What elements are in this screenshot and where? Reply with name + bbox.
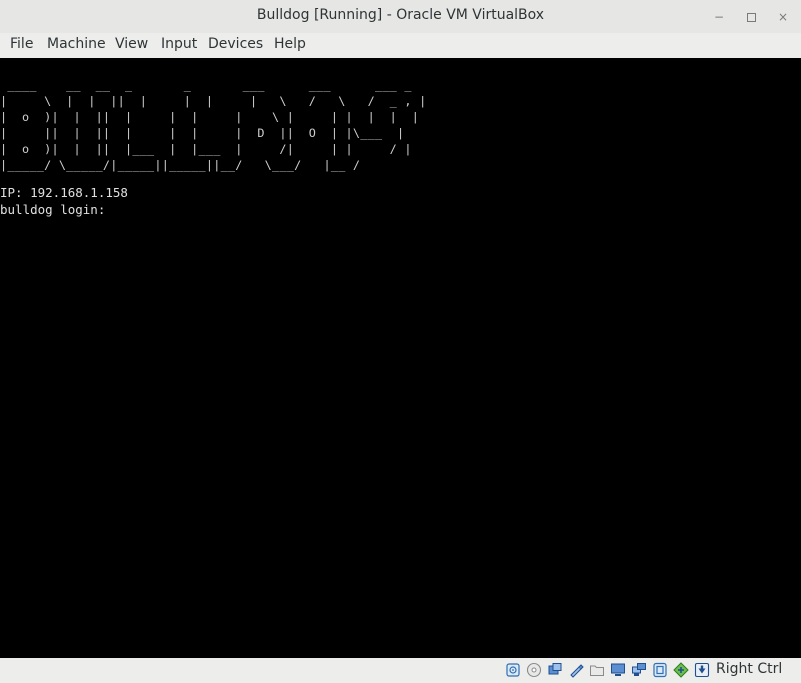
virtualbox-window: Bulldog [Running] - Oracle VM VirtualBox…: [0, 0, 801, 683]
menu-machine[interactable]: Machine: [47, 36, 106, 52]
video-capture-icon[interactable]: [652, 662, 668, 678]
menu-input[interactable]: Input: [161, 36, 197, 52]
guest-additions-icon[interactable]: [673, 662, 689, 678]
shared-folders-icon[interactable]: [589, 662, 605, 678]
bulldog-banner-art: ____ __ __ _ _ ___ ___ ___ _ | \ | | || …: [0, 78, 427, 172]
hard-disk-icon[interactable]: [505, 662, 521, 678]
vm-screen[interactable]: ____ __ __ _ _ ___ ___ ___ _ | \ | | || …: [0, 58, 801, 658]
login-prompt[interactable]: bulldog login:: [0, 202, 105, 217]
maximize-icon: [746, 13, 756, 22]
minimize-button[interactable]: −: [709, 7, 729, 27]
display-icon[interactable]: [610, 662, 626, 678]
menu-devices[interactable]: Devices: [208, 36, 263, 52]
optical-drive-icon[interactable]: [526, 662, 542, 678]
menu-bar: File Machine View Input Devices Help: [0, 33, 801, 58]
console-output: IP: 192.168.1.158 bulldog login:: [0, 184, 128, 218]
audio-icon[interactable]: [547, 662, 563, 678]
status-bar: Right Ctrl: [0, 658, 801, 683]
close-button[interactable]: ×: [773, 7, 793, 27]
title-bar[interactable]: Bulldog [Running] - Oracle VM VirtualBox…: [0, 0, 801, 34]
menu-help[interactable]: Help: [274, 36, 306, 52]
menu-view[interactable]: View: [115, 36, 148, 52]
menu-file[interactable]: File: [10, 36, 33, 52]
host-key-label[interactable]: Right Ctrl: [716, 661, 782, 677]
usb-icon[interactable]: [568, 662, 584, 678]
window-title: Bulldog [Running] - Oracle VM VirtualBox: [256, 7, 545, 23]
network-icon[interactable]: [631, 662, 647, 678]
ip-address-line: IP: 192.168.1.158: [0, 185, 128, 200]
mouse-integration-icon[interactable]: [694, 662, 710, 678]
maximize-button[interactable]: [741, 7, 761, 27]
